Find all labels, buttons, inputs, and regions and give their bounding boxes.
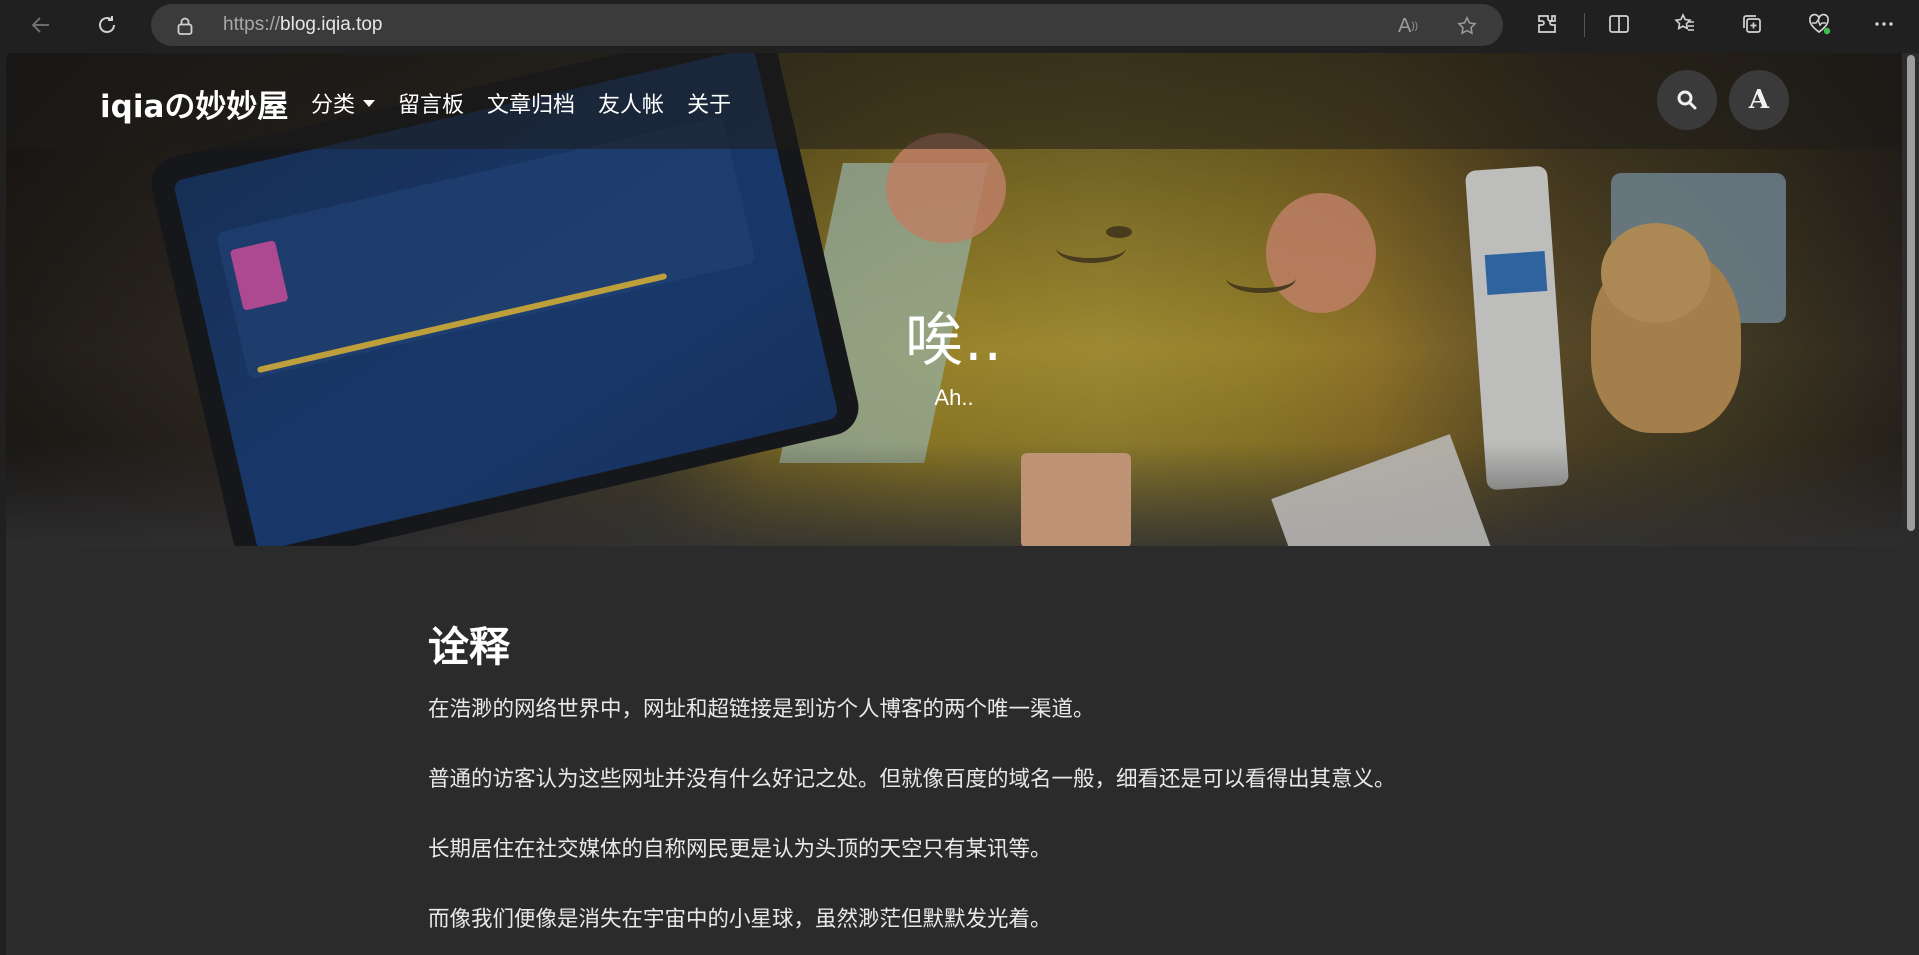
split-screen-icon[interactable] <box>1606 11 1632 37</box>
caret-down-icon <box>363 99 376 107</box>
post-content: 诠释 在浩渺的网络世界中，网址和超链接是到访个人博客的两个唯一渠道。 普通的访客… <box>428 613 1528 955</box>
nav-links: 分类 留言板 文章归档 友人帐 关于 <box>311 87 754 119</box>
nav-item-friends[interactable]: 友人帐 <box>598 87 664 119</box>
read-aloud-icon[interactable]: A)) <box>1396 14 1420 38</box>
favorite-star-icon[interactable] <box>1455 14 1479 38</box>
nav-item-about[interactable]: 关于 <box>687 87 731 119</box>
font-toggle-button[interactable]: A <box>1729 70 1789 130</box>
post-paragraph: 在浩渺的网络世界中，网址和超链接是到访个人博客的两个唯一渠道。 <box>428 697 1095 722</box>
nav-item-label: 分类 <box>311 93 356 118</box>
site-navbar: iqiaの妙妙屋 分类 留言板 文章归档 友人帐 关于 A <box>6 53 1902 149</box>
page-viewport: 唉.. Ah.. iqiaの妙妙屋 分类 留言板 文章归档 友人帐 关于 A 诠… <box>6 53 1902 955</box>
post-paragraph: 长期居住在社交媒体的自称网民更是认为头顶的天空只有某讯等。 <box>428 837 1052 862</box>
post-paragraph: 而像我们便像是消失在宇宙中的小星球，虽然渺茫但默默发光着。 <box>428 907 1052 932</box>
site-brand[interactable]: iqiaの妙妙屋 <box>100 81 288 126</box>
post-heading: 诠释 <box>428 623 510 671</box>
nav-item-guestbook[interactable]: 留言板 <box>398 87 464 119</box>
url-text[interactable]: https://blog.iqia.top <box>223 14 383 36</box>
font-icon: A <box>1748 85 1770 115</box>
post-paragraph: 普通的访客认为这些网址并没有什么好记之处。但就像百度的域名一般，细看还是可以看得… <box>428 767 1396 792</box>
browser-toolbar: https://blog.iqia.top A)) <box>0 0 1919 50</box>
favorites-icon[interactable] <box>1672 11 1698 37</box>
nav-item-category[interactable]: 分类 <box>311 87 376 119</box>
more-icon[interactable] <box>1871 11 1897 37</box>
refresh-icon[interactable] <box>86 4 128 46</box>
address-bar[interactable]: https://blog.iqia.top A)) <box>151 4 1503 46</box>
hero-subtitle: Ah.. <box>934 385 974 410</box>
lock-icon[interactable] <box>177 17 193 39</box>
nav-item-archive[interactable]: 文章归档 <box>487 87 575 119</box>
back-icon[interactable] <box>20 4 62 46</box>
toolbar-divider <box>1584 13 1585 37</box>
extensions-icon[interactable] <box>1534 11 1560 37</box>
browser-essentials-icon[interactable] <box>1806 11 1832 37</box>
scrollbar-thumb[interactable] <box>1907 55 1915 531</box>
hero-title: 唉.. <box>905 306 1003 374</box>
page-scrollbar[interactable] <box>1902 53 1919 955</box>
search-button[interactable] <box>1657 70 1717 130</box>
collections-icon[interactable] <box>1739 11 1765 37</box>
search-icon <box>1677 90 1697 110</box>
